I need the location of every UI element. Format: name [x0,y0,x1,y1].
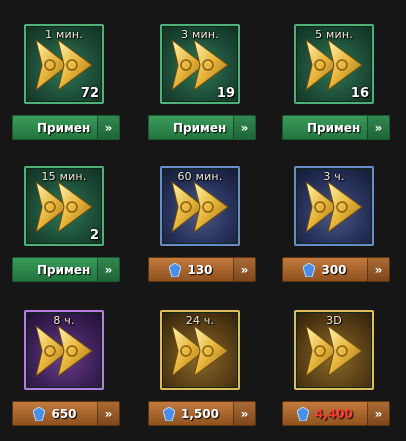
use-button-label: Примен [173,120,227,135]
gem-icon [163,406,176,421]
price-value: 300 [321,262,347,277]
price-area: 650 [13,402,97,425]
double-chevron-right-icon[interactable]: » [367,258,389,281]
price-area: 4,400 [283,402,367,425]
speedup-item-tile[interactable]: 3D [294,310,374,390]
gem-icon [297,406,310,421]
price-area: 300 [283,258,367,281]
price-value: 4,400 [315,406,353,421]
double-chevron-right-icon[interactable]: » [97,402,119,425]
double-arrow-speedup-icon [305,180,363,234]
item-count: 19 [216,86,235,101]
speedup-grid: 1 мин. 72 Примен » 3 мин. 19 Примен » 5 … [0,0,406,441]
speedup-slot: 3 мин. 19 Примен » [136,0,270,140]
duration-label: 3 ч. [323,170,345,183]
speedup-item-tile[interactable]: 3 мин. 19 [160,24,240,104]
double-chevron-right-icon[interactable]: » [233,116,255,139]
use-button[interactable]: Примен » [12,257,120,282]
item-count: 16 [350,86,369,101]
gem-icon [303,262,316,277]
speedup-item-tile[interactable]: 15 мин. 2 [24,166,104,246]
duration-label: 3 мин. [181,28,219,41]
speedup-slot: 60 мин. 130 » [136,142,270,282]
buy-button[interactable]: 130 » [148,257,256,282]
gem-icon [169,262,182,277]
use-button-label: Примен [37,120,91,135]
use-button[interactable]: Примен » [12,115,120,140]
duration-label: 5 мин. [315,28,353,41]
buy-button[interactable]: 300 » [282,257,390,282]
price-area: 1,500 [149,402,233,425]
speedup-item-tile[interactable]: 8 ч. [24,310,104,390]
speedup-slot: 5 мин. 16 Примен » [270,0,404,140]
item-count: 2 [89,228,99,243]
double-chevron-right-icon[interactable]: » [233,258,255,281]
use-button-label: Примен [37,262,91,277]
double-arrow-speedup-icon [171,180,229,234]
double-chevron-right-icon[interactable]: » [97,116,119,139]
use-button[interactable]: Примен » [282,115,390,140]
speedup-slot: 8 ч. 650 » [0,286,134,426]
speedup-item-tile[interactable]: 5 мин. 16 [294,24,374,104]
double-chevron-right-icon[interactable]: » [367,402,389,425]
double-arrow-speedup-icon [171,324,229,378]
speedup-slot: 24 ч. 1,500 » [136,286,270,426]
double-chevron-right-icon[interactable]: » [367,116,389,139]
speedup-item-tile[interactable]: 24 ч. [160,310,240,390]
duration-label: 8 ч. [53,314,75,327]
duration-label: 1 мин. [45,28,83,41]
speedup-slot: 15 мин. 2 Примен » [0,142,134,282]
price-value: 130 [187,262,213,277]
item-count: 72 [80,86,99,101]
use-button-label: Примен [307,120,361,135]
price-value: 1,500 [181,406,219,421]
speedup-item-tile[interactable]: 60 мин. [160,166,240,246]
buy-button[interactable]: 4,400 » [282,401,390,426]
buy-button[interactable]: 650 » [12,401,120,426]
price-area: 130 [149,258,233,281]
double-arrow-speedup-icon [35,324,93,378]
speedup-slot: 3D 4,400 » [270,286,404,426]
duration-label: 3D [326,314,342,327]
speedup-item-tile[interactable]: 1 мин. 72 [24,24,104,104]
use-button[interactable]: Примен » [148,115,256,140]
duration-label: 15 мин. [41,170,87,183]
duration-label: 24 ч. [185,314,215,327]
double-chevron-right-icon[interactable]: » [97,258,119,281]
speedup-slot: 3 ч. 300 » [270,142,404,282]
speedup-item-tile[interactable]: 3 ч. [294,166,374,246]
duration-label: 60 мин. [177,170,223,183]
double-chevron-right-icon[interactable]: » [233,402,255,425]
double-arrow-speedup-icon [305,324,363,378]
speedup-slot: 1 мин. 72 Примен » [0,0,134,140]
buy-button[interactable]: 1,500 » [148,401,256,426]
gem-icon [33,406,46,421]
price-value: 650 [51,406,77,421]
